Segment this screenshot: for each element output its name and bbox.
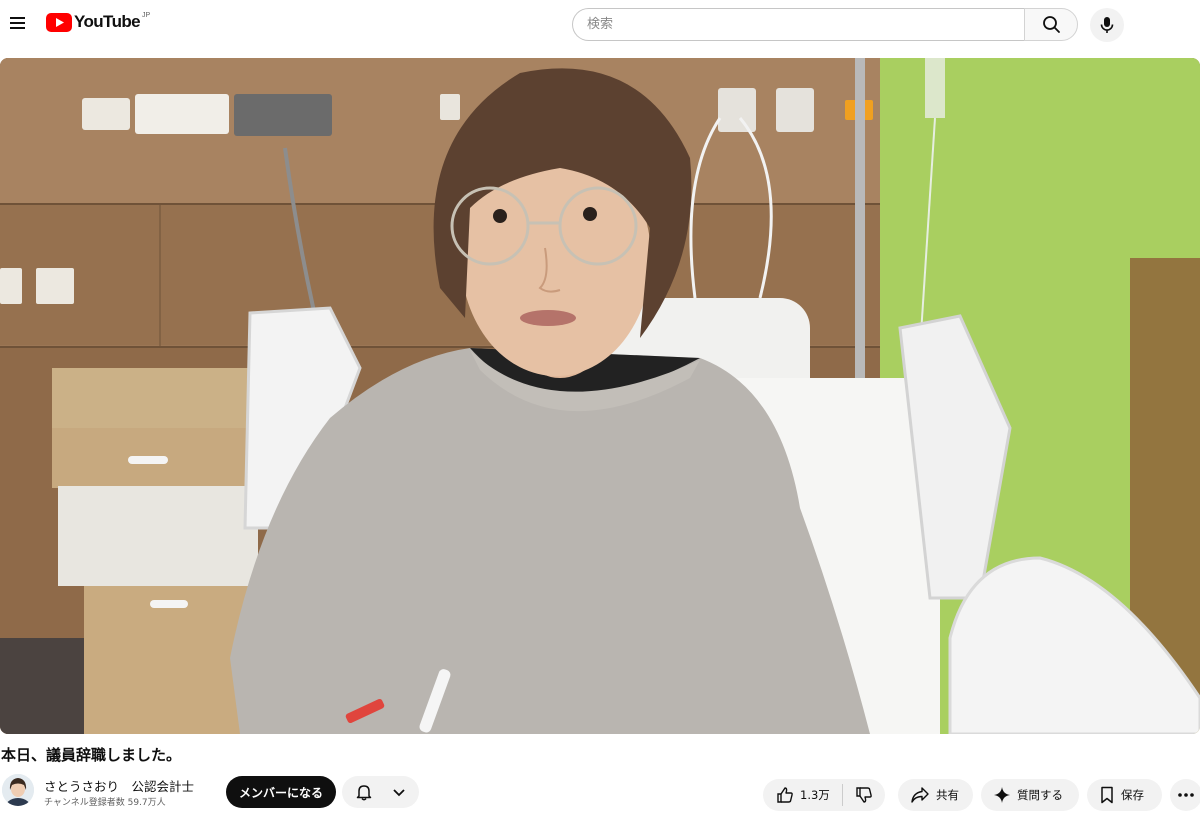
like-count: 1.3万	[800, 788, 830, 802]
voice-search-button[interactable]	[1090, 8, 1124, 42]
share-button[interactable]: 共有	[898, 779, 973, 811]
channel-name[interactable]: さとうさおり 公認会計士	[44, 776, 194, 795]
join-membership-button[interactable]: メンバーになる	[226, 776, 337, 808]
hamburger-menu-icon	[10, 17, 25, 29]
channel-avatar[interactable]	[2, 774, 34, 806]
dislike-button[interactable]	[843, 779, 885, 811]
bell-icon	[356, 785, 372, 801]
search-input[interactable]	[572, 8, 1024, 41]
subscribe-notification-button[interactable]	[342, 776, 419, 808]
like-dislike-group: 1.3万	[763, 779, 885, 811]
more-actions-button[interactable]	[1170, 779, 1200, 811]
thumbs-up-icon	[777, 787, 793, 803]
subscriber-count: チャンネル登録者数 59.7万人	[44, 798, 166, 808]
share-label: 共有	[936, 788, 959, 802]
sparkle-icon	[994, 787, 1010, 803]
owner-row: さとうさおり 公認会計士 チャンネル登録者数 59.7万人 メンバーになる 1.…	[0, 773, 1200, 813]
like-button[interactable]: 1.3万	[763, 779, 842, 811]
video-title: 本日、議員辞職しました。	[1, 746, 182, 764]
bookmark-icon	[1101, 786, 1113, 804]
logo-region-code: JP	[142, 11, 151, 19]
chevron-down-icon	[393, 789, 405, 797]
ask-label: 質問する	[1017, 788, 1063, 802]
thumbs-down-icon	[856, 787, 872, 803]
search-box	[572, 8, 1078, 41]
more-horizontal-icon	[1178, 793, 1194, 797]
youtube-play-icon	[46, 12, 72, 32]
youtube-logo[interactable]: YouTube JP	[46, 12, 150, 32]
microphone-icon	[1100, 17, 1114, 33]
video-frame	[0, 58, 1200, 734]
share-arrow-icon	[911, 787, 929, 803]
save-button[interactable]: 保存	[1087, 779, 1162, 811]
logo-wordmark: YouTube	[74, 12, 141, 31]
video-player[interactable]	[0, 58, 1200, 734]
join-label: メンバーになる	[239, 785, 324, 800]
avatar-image	[2, 774, 34, 806]
masthead: YouTube JP	[0, 0, 1200, 50]
guide-menu-button[interactable]	[4, 9, 32, 37]
search-icon	[1042, 16, 1060, 33]
search-button[interactable]	[1024, 8, 1078, 41]
save-label: 保存	[1121, 788, 1144, 802]
ask-button[interactable]: 質問する	[981, 779, 1079, 811]
